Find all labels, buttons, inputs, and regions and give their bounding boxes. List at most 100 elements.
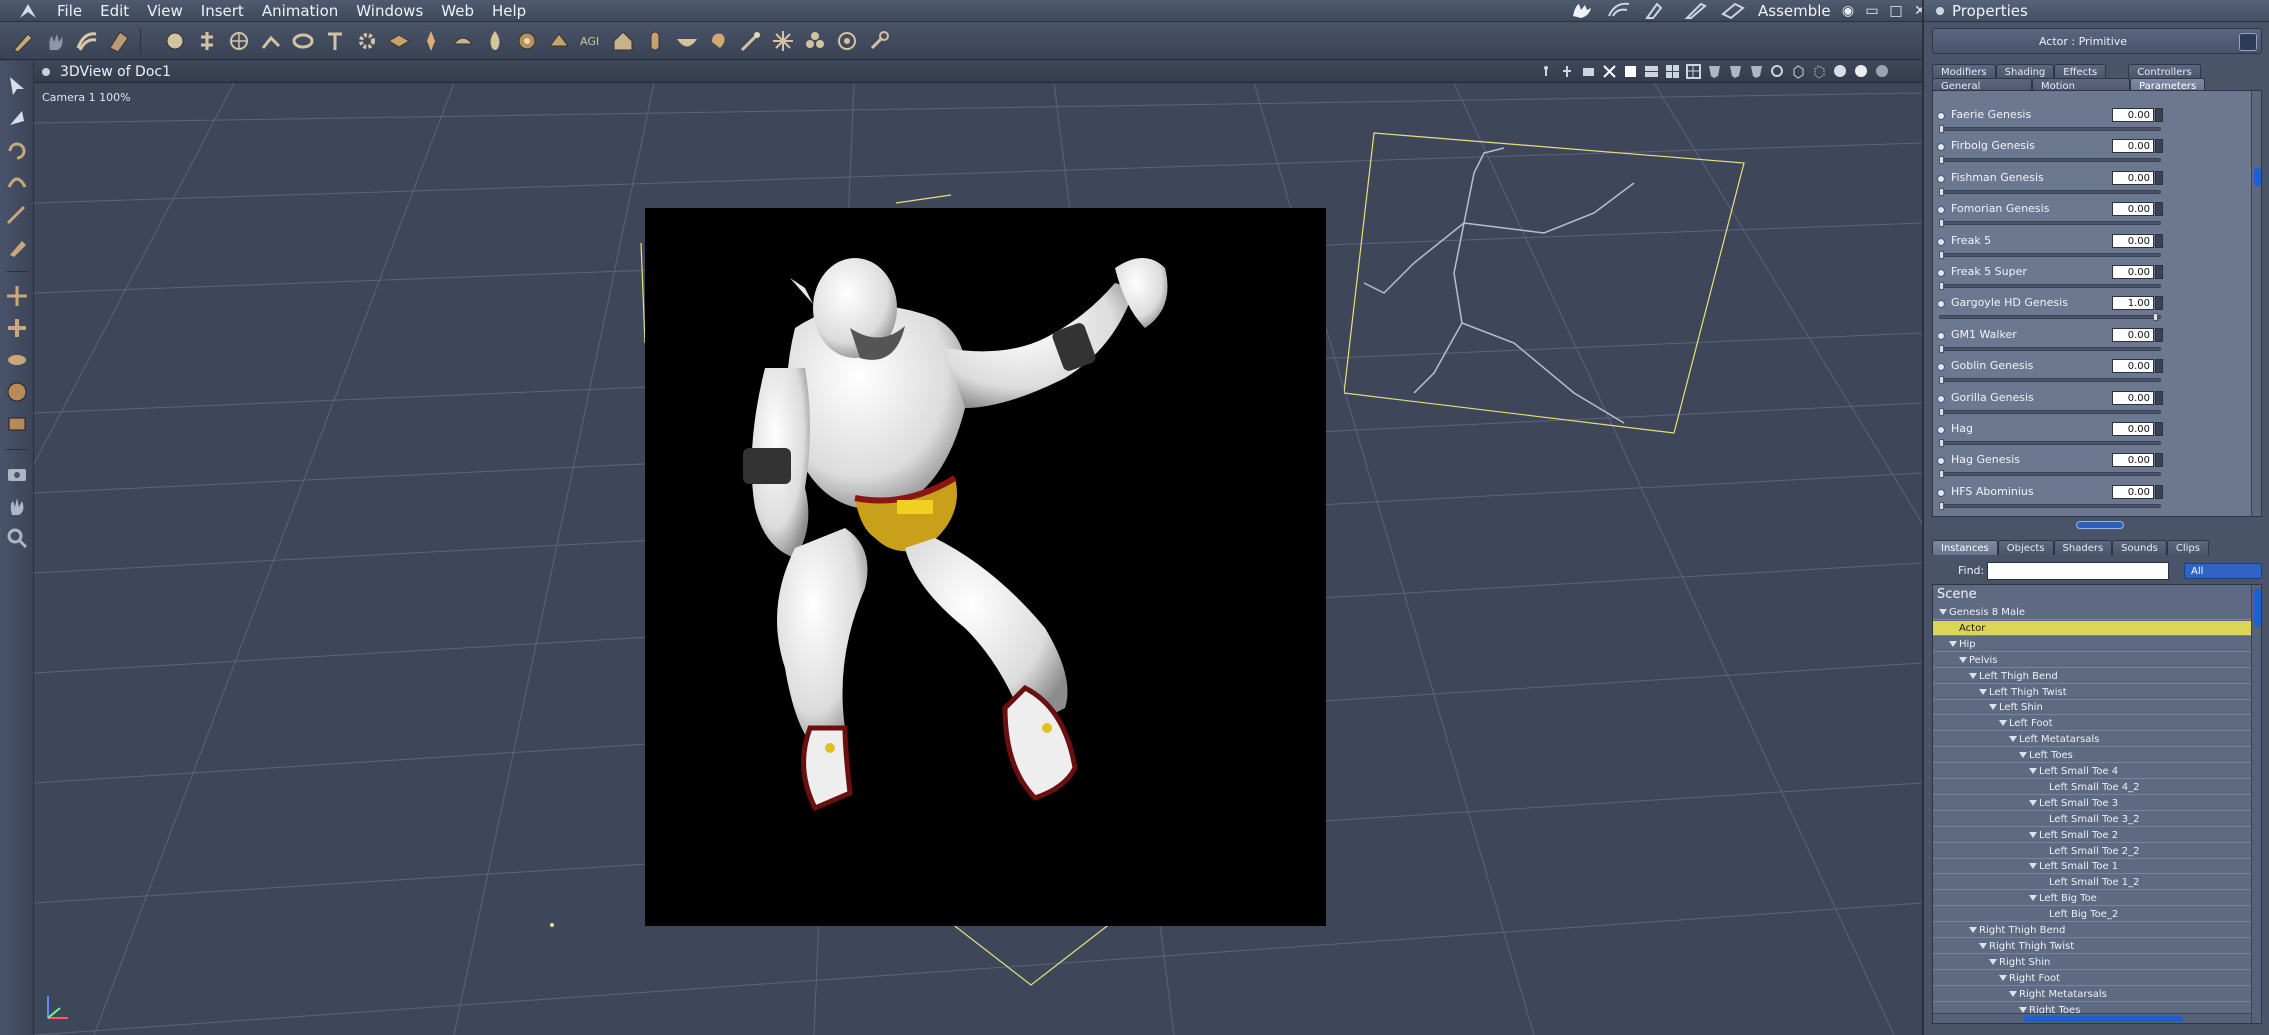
tree-node[interactable]: Hip [1933,636,2251,652]
parameter-slider[interactable] [1939,378,2161,383]
parameter-spinner[interactable] [2155,422,2163,436]
parameter-dial-icon[interactable] [1937,206,1945,215]
smooth-shade-icon[interactable] [1854,64,1869,79]
maximize-icon[interactable]: □ [1888,0,1904,22]
view-camera-icon[interactable] [1581,64,1596,79]
parameter-slider-knob[interactable] [1939,344,1944,353]
rotate-icon[interactable] [4,137,30,163]
parameter-slider[interactable] [1939,158,2161,163]
tree-expand-icon[interactable] [2009,736,2017,743]
visibility-icon[interactable]: ◉ [1840,0,1856,22]
parameter-value-field[interactable]: 0.00 [2112,390,2154,405]
sphere-icon[interactable] [162,28,188,54]
parameter-value-field[interactable]: 0.00 [2112,233,2154,248]
parameter-spinner[interactable] [2155,233,2163,248]
pencil-icon[interactable] [10,28,36,54]
tree-expand-icon[interactable] [1999,974,2007,981]
tree-horizontal-scrollbar[interactable] [1933,1013,2251,1023]
parameter-value-field[interactable]: 0.00 [2112,359,2154,374]
parameter-spinner[interactable] [2155,139,2163,154]
tab-clips[interactable]: Clips [2166,540,2209,555]
group-icon[interactable] [802,28,828,54]
select-arrow-icon[interactable] [4,73,30,99]
tree-expand-icon[interactable] [1999,720,2007,727]
parameter-slider-knob[interactable] [1939,501,1944,510]
parameter-slider[interactable] [1939,409,2161,414]
parameter-dial-icon[interactable] [1937,331,1945,340]
tab-objects[interactable]: Objects [1997,540,2054,555]
parameter-dial-icon[interactable] [1937,363,1945,372]
twist-icon[interactable] [4,169,30,195]
parameter-dial-icon[interactable] [1937,426,1945,434]
tube-icon[interactable] [642,28,668,54]
parameter-scrollbar[interactable] [2251,91,2261,516]
tree-expand-icon[interactable] [2029,768,2037,774]
room-cloth-icon[interactable] [1643,0,1671,20]
parameter-slider[interactable] [1939,127,2161,131]
tab-controllers[interactable]: Controllers [2128,64,2201,79]
parameter-slider-knob[interactable] [1939,439,1944,447]
target-icon[interactable] [834,28,860,54]
paint-icon[interactable] [4,233,30,259]
tree-node[interactable]: Left Big Toe [1933,891,2251,907]
layout-single-icon[interactable] [1623,64,1638,79]
text-icon[interactable] [322,28,348,54]
spark-icon[interactable] [770,28,796,54]
parameter-spinner[interactable] [2155,202,2163,217]
parameter-dial-icon[interactable] [1937,488,1945,497]
bulb-icon[interactable] [706,28,732,54]
parameter-slider-knob[interactable] [1939,219,1944,228]
tree-expand-icon[interactable] [1979,942,1987,949]
menu-animation[interactable]: Animation [253,0,347,22]
tree-node[interactable]: Left Thigh Bend [1933,668,2251,684]
tree-hscroll-thumb[interactable] [2023,1016,2183,1022]
cloth-icon[interactable] [106,28,132,54]
menu-file[interactable]: File [48,0,91,22]
parameter-slider[interactable] [1939,315,2161,320]
tree-expand-icon[interactable] [1969,672,1977,679]
room-hand-icon[interactable] [1567,0,1595,20]
parameter-slider[interactable] [1939,252,2161,257]
ring-icon[interactable] [290,28,316,54]
tree-expand-icon[interactable] [2009,990,2017,997]
bowl-icon[interactable] [674,28,700,54]
texture-shade-icon[interactable] [1875,64,1890,79]
parameter-spinner[interactable] [2155,265,2163,279]
menu-web[interactable]: Web [432,0,483,22]
3d-viewport[interactable]: Camera 1 100% [34,83,1922,1035]
parameter-slider-knob[interactable] [1939,250,1944,259]
taper-icon[interactable] [4,347,30,373]
hand-icon[interactable] [42,28,68,54]
parameter-dial-icon[interactable] [1937,237,1945,246]
agi-icon[interactable]: AGI [578,28,604,54]
tab-modifiers[interactable]: Modifiers [1932,64,1996,79]
tree-node[interactable]: Left Small Toe 2 [1933,827,2251,843]
panel-splitter[interactable] [2076,521,2124,529]
tree-expand-icon[interactable] [1939,609,1947,615]
tree-node[interactable]: Genesis 8 Male [1933,605,2251,620]
view-figure-icon[interactable] [1539,64,1554,79]
parameter-spinner[interactable] [2155,453,2163,468]
tree-expand-icon[interactable] [1949,640,1957,647]
app-logo-icon[interactable] [18,2,38,20]
tree-node[interactable]: Left Small Toe 4_2 [1933,779,2251,795]
menu-windows[interactable]: Windows [347,0,432,22]
parameter-slider-knob[interactable] [1939,282,1944,290]
tree-scroll-thumb[interactable] [2254,589,2261,627]
parameter-dial-icon[interactable] [1937,457,1945,466]
pin-icon[interactable] [866,28,892,54]
viewport-menu-icon[interactable] [42,68,50,76]
parameter-slider[interactable] [1939,503,2161,508]
globe-icon[interactable] [226,28,252,54]
parameter-dial-icon[interactable] [1937,143,1945,152]
parameter-spinner[interactable] [2155,390,2163,405]
parameter-spinner[interactable] [2155,327,2163,342]
parameter-slider-knob[interactable] [1939,156,1944,165]
tree-node[interactable]: Right Thigh Twist [1933,938,2251,954]
tree-expand-icon[interactable] [2029,831,2037,838]
parameter-slider-knob[interactable] [1939,470,1944,479]
light-icon[interactable] [418,28,444,54]
tree-node[interactable]: Left Small Toe 1_2 [1933,875,2251,891]
move-arrow-icon[interactable] [4,105,30,131]
layout-horizontal-icon[interactable] [1644,64,1659,79]
